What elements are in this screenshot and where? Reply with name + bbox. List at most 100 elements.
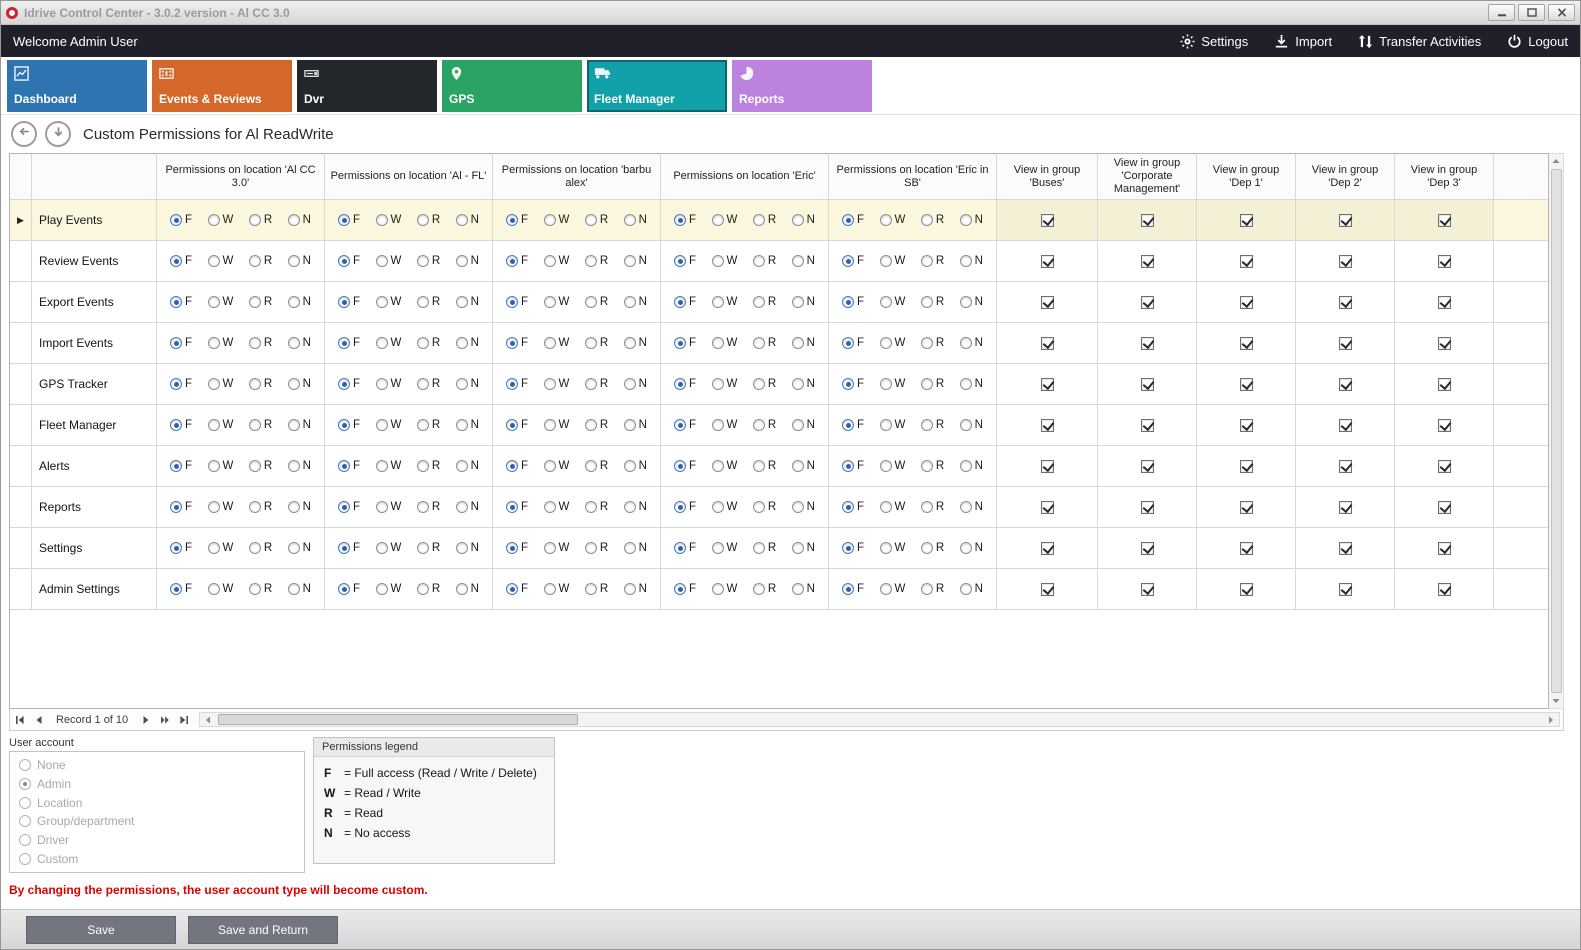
- permission-option-f[interactable]: F: [506, 542, 528, 554]
- permission-option-r[interactable]: R: [753, 583, 776, 595]
- user-account-option-location[interactable]: Location: [19, 796, 295, 810]
- permission-option-w[interactable]: W: [880, 542, 906, 554]
- view-group-checkbox[interactable]: [1041, 501, 1054, 514]
- permission-option-n[interactable]: N: [792, 337, 815, 349]
- permission-option-w[interactable]: W: [712, 255, 738, 267]
- permission-option-w[interactable]: W: [712, 419, 738, 431]
- permission-option-w[interactable]: W: [712, 214, 738, 226]
- permission-option-w[interactable]: W: [880, 296, 906, 308]
- permission-option-r[interactable]: R: [753, 337, 776, 349]
- permission-option-n[interactable]: N: [288, 501, 311, 513]
- permission-option-r[interactable]: R: [921, 214, 944, 226]
- view-group-checkbox[interactable]: [1041, 255, 1054, 268]
- permission-option-f[interactable]: F: [674, 337, 696, 349]
- permission-option-f[interactable]: F: [842, 296, 864, 308]
- import-button[interactable]: Import: [1274, 34, 1332, 49]
- permission-option-r[interactable]: R: [417, 255, 440, 267]
- permission-option-f[interactable]: F: [842, 501, 864, 513]
- view-group-checkbox[interactable]: [1438, 255, 1451, 268]
- user-account-option-driver[interactable]: Driver: [19, 833, 295, 847]
- permission-option-w[interactable]: W: [880, 337, 906, 349]
- permission-option-f[interactable]: F: [842, 214, 864, 226]
- permission-option-w[interactable]: W: [880, 501, 906, 513]
- permission-option-r[interactable]: R: [753, 255, 776, 267]
- permission-option-n[interactable]: N: [624, 214, 647, 226]
- view-group-checkbox[interactable]: [1438, 378, 1451, 391]
- permission-option-n[interactable]: N: [456, 255, 479, 267]
- permission-option-f[interactable]: F: [506, 255, 528, 267]
- permission-option-f[interactable]: F: [506, 378, 528, 390]
- tab-dashboard[interactable]: Dashboard: [7, 60, 147, 112]
- permission-option-f[interactable]: F: [170, 337, 192, 349]
- permission-option-f[interactable]: F: [170, 378, 192, 390]
- permission-option-n[interactable]: N: [792, 255, 815, 267]
- expand-button[interactable]: [45, 121, 71, 147]
- close-button[interactable]: [1548, 4, 1575, 21]
- permission-option-w[interactable]: W: [712, 583, 738, 595]
- permission-option-n[interactable]: N: [288, 378, 311, 390]
- permission-option-n[interactable]: N: [456, 378, 479, 390]
- permission-option-w[interactable]: W: [544, 378, 570, 390]
- permission-option-n[interactable]: N: [288, 296, 311, 308]
- permission-option-w[interactable]: W: [544, 337, 570, 349]
- view-group-checkbox[interactable]: [1339, 378, 1352, 391]
- view-group-checkbox[interactable]: [1041, 542, 1054, 555]
- permission-option-n[interactable]: N: [288, 460, 311, 472]
- permission-option-r[interactable]: R: [921, 337, 944, 349]
- permission-option-w[interactable]: W: [376, 542, 402, 554]
- permission-option-w[interactable]: W: [376, 296, 402, 308]
- view-group-checkbox[interactable]: [1240, 337, 1253, 350]
- view-group-checkbox[interactable]: [1141, 419, 1154, 432]
- view-group-checkbox[interactable]: [1141, 378, 1154, 391]
- permission-option-r[interactable]: R: [249, 296, 272, 308]
- permission-option-w[interactable]: W: [712, 501, 738, 513]
- permission-option-w[interactable]: W: [208, 378, 234, 390]
- permission-option-w[interactable]: W: [880, 419, 906, 431]
- permission-option-w[interactable]: W: [880, 583, 906, 595]
- view-group-checkbox[interactable]: [1041, 214, 1054, 227]
- permission-option-w[interactable]: W: [376, 255, 402, 267]
- view-group-checkbox[interactable]: [1141, 460, 1154, 473]
- permission-option-n[interactable]: N: [792, 419, 815, 431]
- permission-option-f[interactable]: F: [506, 419, 528, 431]
- permission-option-n[interactable]: N: [960, 296, 983, 308]
- view-group-checkbox[interactable]: [1041, 378, 1054, 391]
- permission-option-n[interactable]: N: [456, 337, 479, 349]
- permission-option-r[interactable]: R: [921, 419, 944, 431]
- permission-option-f[interactable]: F: [674, 419, 696, 431]
- permission-option-r[interactable]: R: [249, 378, 272, 390]
- pager-last-button[interactable]: [174, 715, 193, 725]
- permission-option-f[interactable]: F: [674, 583, 696, 595]
- permission-option-w[interactable]: W: [208, 296, 234, 308]
- permission-option-n[interactable]: N: [288, 542, 311, 554]
- permission-option-r[interactable]: R: [753, 214, 776, 226]
- view-group-checkbox[interactable]: [1339, 255, 1352, 268]
- permission-option-n[interactable]: N: [960, 583, 983, 595]
- permission-option-n[interactable]: N: [792, 583, 815, 595]
- permission-option-w[interactable]: W: [544, 501, 570, 513]
- permission-option-f[interactable]: F: [506, 583, 528, 595]
- permission-option-f[interactable]: F: [506, 460, 528, 472]
- view-group-checkbox[interactable]: [1339, 337, 1352, 350]
- scroll-up-icon[interactable]: [1549, 154, 1563, 168]
- view-group-checkbox[interactable]: [1041, 296, 1054, 309]
- permission-option-w[interactable]: W: [712, 542, 738, 554]
- permission-option-f[interactable]: F: [506, 337, 528, 349]
- view-group-checkbox[interactable]: [1240, 255, 1253, 268]
- permission-option-f[interactable]: F: [842, 460, 864, 472]
- permission-option-w[interactable]: W: [712, 296, 738, 308]
- view-group-checkbox[interactable]: [1141, 296, 1154, 309]
- permission-option-f[interactable]: F: [170, 460, 192, 472]
- view-group-checkbox[interactable]: [1240, 542, 1253, 555]
- permission-option-r[interactable]: R: [417, 296, 440, 308]
- permission-option-n[interactable]: N: [792, 214, 815, 226]
- permission-option-w[interactable]: W: [880, 214, 906, 226]
- horizontal-scroll-thumb[interactable]: [218, 714, 578, 725]
- permission-option-r[interactable]: R: [921, 460, 944, 472]
- permission-option-n[interactable]: N: [960, 542, 983, 554]
- permission-option-r[interactable]: R: [417, 460, 440, 472]
- permission-option-r[interactable]: R: [753, 419, 776, 431]
- permission-option-f[interactable]: F: [674, 296, 696, 308]
- permission-option-f[interactable]: F: [842, 542, 864, 554]
- view-group-checkbox[interactable]: [1041, 419, 1054, 432]
